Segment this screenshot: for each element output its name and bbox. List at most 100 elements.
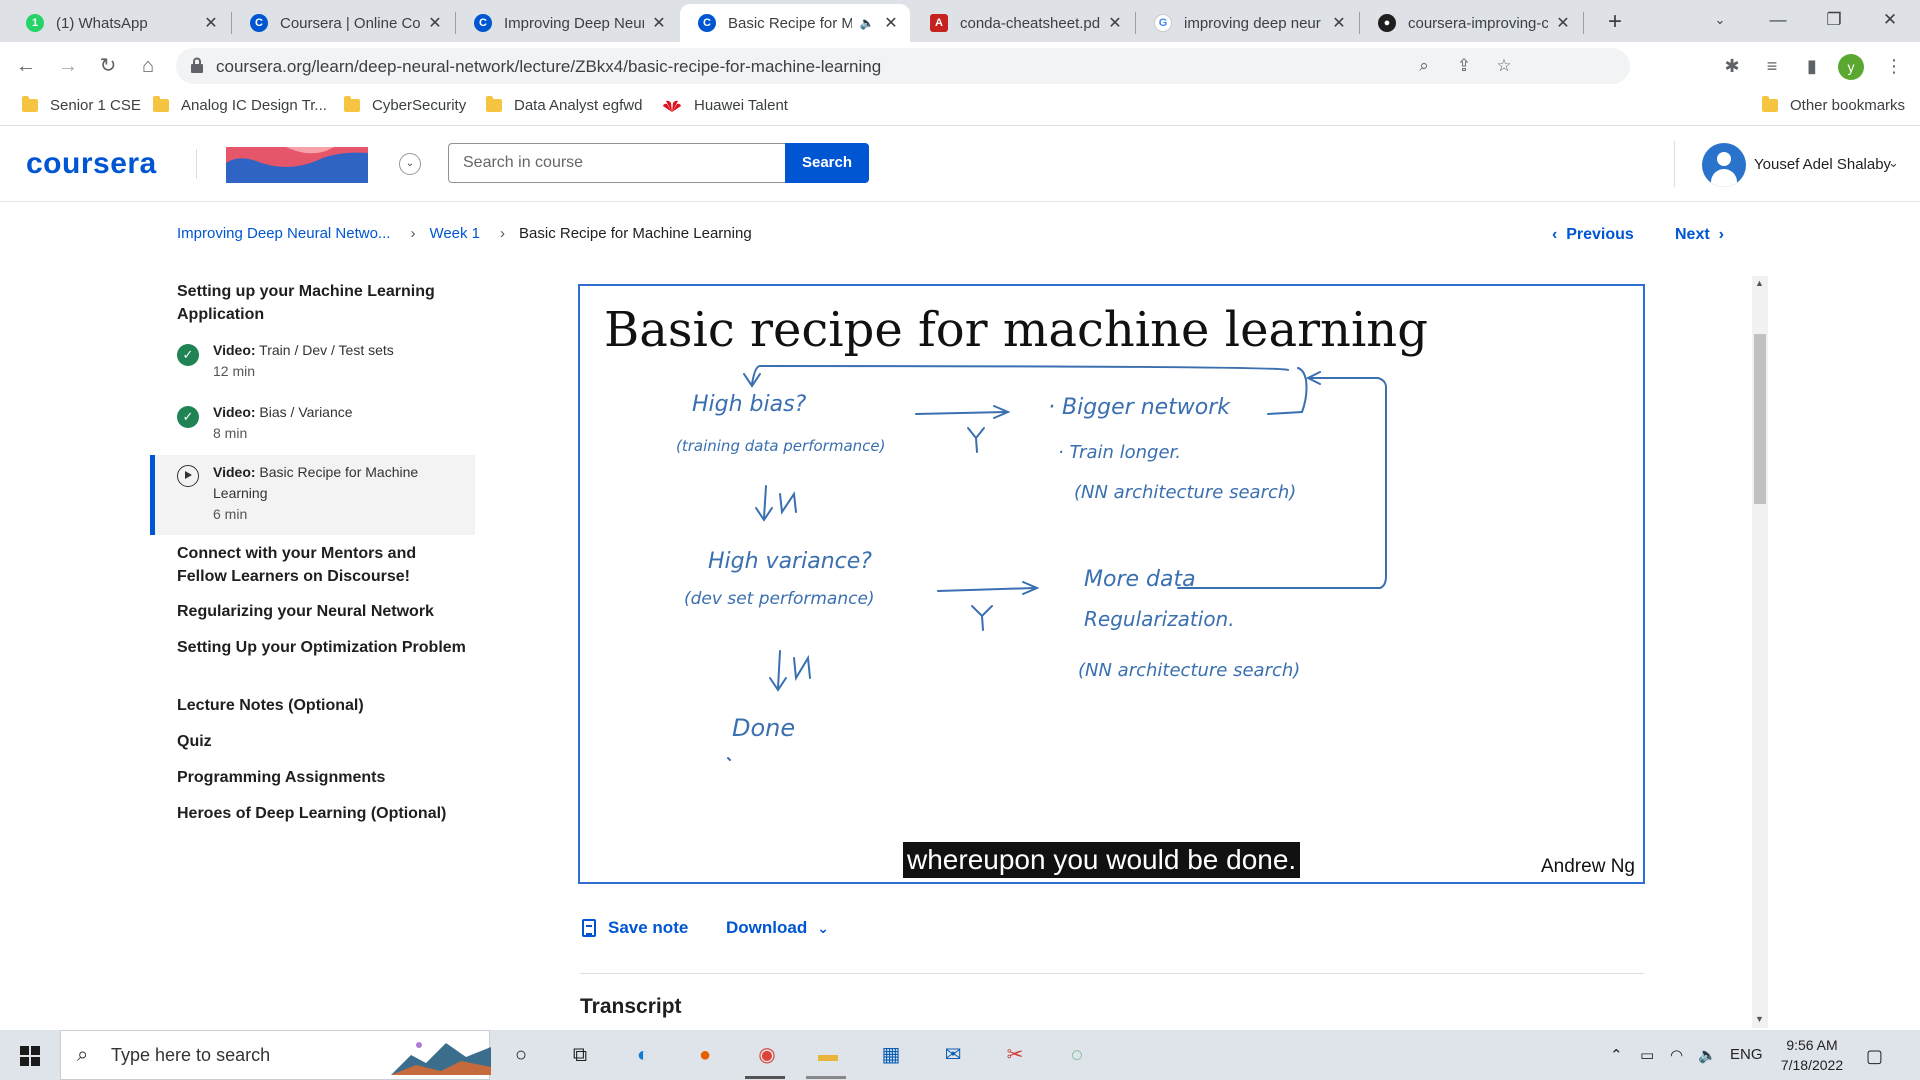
bookmarks-bar: Senior 1 CSE Analog IC Design Tr... Cybe… — [0, 90, 1920, 126]
file-explorer-icon[interactable]: ▬ — [813, 1040, 843, 1070]
side-panel-icon[interactable]: ▮ — [1798, 52, 1826, 80]
coursera-logo[interactable]: coursera — [26, 147, 157, 181]
share-icon[interactable]: ⇪ — [1452, 54, 1476, 78]
tab-google-search[interactable]: G improving deep neur ✕ — [1136, 4, 1358, 42]
tab-search-icon[interactable]: ⌄ — [1692, 0, 1748, 40]
search-button[interactable]: Search — [785, 143, 869, 183]
new-tab-button[interactable]: + — [1600, 8, 1630, 36]
home-icon[interactable]: ⌂ — [134, 52, 162, 80]
task-view-icon[interactable]: ⧉ — [565, 1040, 595, 1070]
window-close-button[interactable]: ✕ — [1862, 0, 1918, 40]
tab-conda-pdf[interactable]: A conda-cheatsheet.pdf ✕ — [912, 4, 1134, 42]
hw-more-data: More data — [1084, 567, 1196, 592]
forward-icon[interactable]: → — [54, 52, 82, 80]
sidebar-section-optimization[interactable]: Setting Up your Optimization Problem — [177, 636, 467, 659]
cortana-icon[interactable]: ○ — [506, 1040, 536, 1070]
tab-coursera-home[interactable]: C Coursera | Online Cou ✕ — [232, 4, 454, 42]
other-bookmarks[interactable]: Other bookmarks — [1762, 96, 1905, 114]
reading-list-icon[interactable]: ≡ — [1758, 52, 1786, 80]
back-icon[interactable]: ← — [12, 52, 40, 80]
notification-icon[interactable]: ▢ — [1866, 1046, 1883, 1067]
tab-title: (1) WhatsApp — [56, 14, 148, 32]
breadcrumb-week[interactable]: Week 1 — [429, 225, 480, 242]
tab-basic-recipe[interactable]: C Basic Recipe for M 🔈 ✕ — [680, 4, 910, 42]
wifi-icon[interactable]: ◠ — [1670, 1046, 1683, 1064]
language-indicator[interactable]: ENG — [1730, 1046, 1763, 1063]
sidebar-section-lecture-notes[interactable]: Lecture Notes (Optional) — [177, 694, 467, 717]
close-icon[interactable]: ✕ — [1330, 13, 1348, 33]
video-player[interactable]: Basic recipe for machine learning High b… — [578, 284, 1645, 884]
address-bar[interactable]: coursera.org/learn/deep-neural-network/l… — [176, 48, 1630, 84]
close-icon[interactable]: ✕ — [1554, 13, 1572, 33]
sidebar-item-basic-recipe[interactable]: Video: Basic Recipe for Machine Learning… — [150, 455, 475, 535]
close-icon[interactable]: ✕ — [650, 13, 668, 33]
mail-icon[interactable]: ✉ — [938, 1040, 968, 1070]
chevron-up-icon[interactable]: ⌃ — [1610, 1046, 1623, 1064]
reload-icon[interactable]: ↻ — [94, 52, 122, 80]
sidebar-item-train-dev-test[interactable]: ✓ Video: Train / Dev / Test sets 12 min — [150, 340, 475, 390]
taskbar-search-input[interactable]: ⌕ Type here to search — [60, 1030, 491, 1080]
tab-github[interactable]: ● coursera-improving-c ✕ — [1360, 4, 1582, 42]
previous-button[interactable]: ‹ Previous — [1552, 226, 1634, 244]
scroll-down-icon[interactable]: ▼ — [1755, 1014, 1764, 1024]
sidebar-section-regularizing[interactable]: Regularizing your Neural Network — [177, 600, 467, 623]
sidebar-section-programming[interactable]: Programming Assignments — [177, 766, 467, 789]
extensions-icon[interactable]: ✱ — [1718, 52, 1746, 80]
chrome-icon[interactable]: ◉ — [752, 1040, 782, 1070]
bookmark-data-analyst[interactable]: Data Analyst egfwd — [486, 96, 643, 114]
speaker-icon[interactable]: 🔈 — [858, 16, 876, 30]
chevron-down-icon[interactable]: ⌄ — [399, 153, 421, 175]
next-button[interactable]: Next › — [1675, 226, 1724, 244]
hw-dev-perf: (dev set performance) — [684, 589, 875, 609]
windows-start-icon[interactable] — [20, 1046, 40, 1066]
course-banner-image[interactable] — [226, 147, 368, 183]
edge-icon[interactable]: ◐ — [628, 1040, 658, 1070]
item-kind: Video: — [213, 342, 256, 358]
sidebar-section-quiz[interactable]: Quiz — [177, 730, 467, 753]
close-icon[interactable]: ✕ — [882, 13, 900, 33]
menu-kebab-icon[interactable]: ⋮ — [1880, 52, 1908, 80]
user-name[interactable]: Yousef Adel Shalaby — [1754, 156, 1891, 173]
bookmark-label: Data Analyst egfwd — [514, 97, 643, 114]
close-icon[interactable]: ✕ — [202, 13, 220, 33]
battery-icon[interactable]: ▭ — [1640, 1046, 1654, 1064]
page-scrollbar[interactable]: ▲ ▼ — [1752, 276, 1768, 1028]
search-icon: ⌕ — [77, 1044, 89, 1066]
tab-improving-deep[interactable]: C Improving Deep Neur ✕ — [456, 4, 678, 42]
scroll-thumb[interactable] — [1754, 334, 1766, 504]
close-icon[interactable]: ✕ — [1106, 13, 1124, 33]
item-duration: 6 min — [213, 506, 248, 522]
restore-button[interactable]: ❐ — [1806, 0, 1862, 40]
close-icon[interactable]: ✕ — [426, 13, 444, 33]
sidebar-section-heroes[interactable]: Heroes of Deep Learning (Optional) — [177, 802, 467, 825]
sidebar-section-setup[interactable]: Setting up your Machine Learning Applica… — [177, 280, 467, 326]
chevron-down-icon[interactable]: ⌄ — [1888, 155, 1899, 171]
tab-whatsapp[interactable]: 1 (1) WhatsApp ✕ — [8, 4, 230, 42]
coursera-icon: C — [474, 14, 492, 32]
breadcrumb-course[interactable]: Improving Deep Neural Netwo... — [177, 225, 390, 242]
bookmark-cybersecurity[interactable]: CyberSecurity — [344, 96, 466, 114]
taskbar-clock[interactable]: 9:56 AM 7/18/2022 — [1774, 1035, 1850, 1075]
sidebar-item-bias-variance[interactable]: ✓ Video: Bias / Variance 8 min — [150, 402, 475, 452]
volume-icon[interactable]: 🔈 — [1698, 1046, 1717, 1064]
store-icon[interactable]: ▦ — [876, 1040, 906, 1070]
sidebar-section-mentors[interactable]: Connect with your Mentors and Fellow Lea… — [177, 542, 467, 588]
download-button[interactable]: Download ⌄ — [726, 918, 829, 938]
app-icon[interactable]: ◌ — [1062, 1040, 1092, 1070]
bookmark-senior-cse[interactable]: Senior 1 CSE — [22, 96, 141, 114]
snipping-tool-icon[interactable]: ✂ — [1000, 1040, 1030, 1070]
user-avatar[interactable] — [1702, 143, 1746, 187]
minimize-button[interactable]: — — [1750, 0, 1806, 40]
bookmark-star-icon[interactable]: ☆ — [1492, 54, 1516, 78]
zoom-icon[interactable]: ⌕ — [1412, 54, 1436, 78]
taskbar-search-placeholder: Type here to search — [111, 1045, 271, 1065]
bookmark-analog-ic[interactable]: Analog IC Design Tr... — [153, 96, 327, 114]
firefox-icon[interactable]: ● — [690, 1040, 720, 1070]
profile-avatar[interactable]: y — [1838, 54, 1864, 80]
save-note-button[interactable]: Save note — [582, 918, 688, 938]
course-search-input[interactable]: Search in course — [448, 143, 785, 183]
hw-train-longer: · Train longer. — [1058, 442, 1181, 463]
note-icon — [582, 919, 596, 937]
scroll-up-icon[interactable]: ▲ — [1755, 278, 1764, 288]
bookmark-huawei[interactable]: Huawei Talent — [662, 97, 788, 114]
